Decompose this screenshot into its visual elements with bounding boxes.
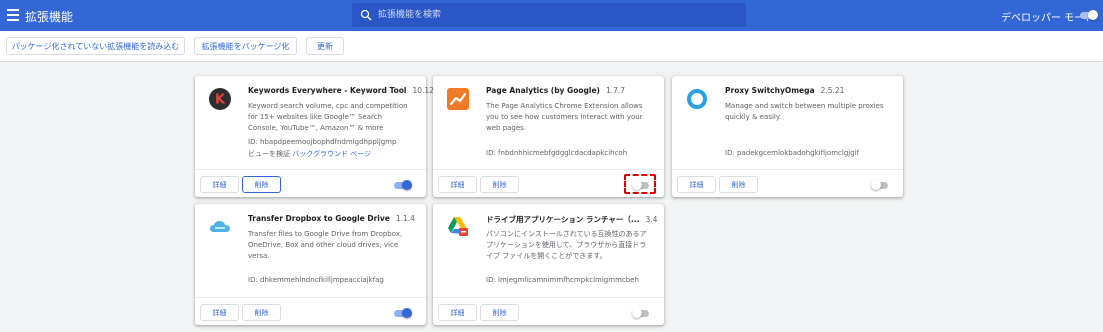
remove-button[interactable]: 削除	[719, 176, 758, 193]
extension-id: ID: hbapdpeemoojbophdfndmlgdhppljgmp	[248, 138, 397, 146]
extension-card: Transfer Dropbox to Google Drive 1.1.4 Tr…	[195, 204, 426, 325]
details-button[interactable]: 詳細	[438, 304, 477, 321]
enable-toggle[interactable]	[394, 180, 412, 190]
card-footer: 詳細 削除	[433, 297, 664, 325]
extension-card: K Keywords Everywhere - Keyword Tool 10.1…	[195, 76, 434, 197]
top-bar: 拡張機能 デベロッパー モード	[0, 0, 1103, 31]
toolbar: パッケージ化されていない拡張機能を読み込む 拡張機能をパッケージ化 更新	[0, 31, 1103, 62]
extension-name: Transfer Dropbox to Google Drive 1.1.4	[248, 214, 415, 223]
extension-name: Page Analytics (by Google) 1.7.7	[486, 86, 626, 95]
remove-button[interactable]: 削除	[242, 176, 281, 193]
search-box[interactable]	[352, 3, 746, 27]
extension-description: パソコンにインストールされている互換性のあるアプリケーションを使用して、ブラウザ…	[486, 230, 647, 260]
extension-id: ID: fnbdnhhicmebfgdgglcdacdapkcihcoh	[486, 149, 628, 157]
extension-id: ID: lmjegmlicamnimmfhcmpkclmigmmcbeh	[486, 276, 639, 284]
extension-description: The Page Analytics Chrome Extension allo…	[486, 102, 643, 132]
card-footer: 詳細 削除	[433, 169, 664, 197]
extension-id: ID: padekgcemlokbadohgkifijomclgjgif	[725, 149, 860, 157]
devmode-toggle[interactable]	[1080, 10, 1098, 20]
card-footer: 詳細 削除	[195, 297, 426, 325]
inspect-views: ビューを検証 バックグラウンド ページ	[248, 150, 372, 158]
details-button[interactable]: 詳細	[200, 304, 239, 321]
extension-card: Proxy SwitchyOmega 2.5.21 Manage and swit…	[672, 76, 903, 197]
details-button[interactable]: 詳細	[438, 176, 477, 193]
extension-id: ID: dhkemmehlndncfkilljmpeacciajkfag	[248, 276, 384, 284]
extension-name: Keywords Everywhere - Keyword Tool 10.12	[248, 86, 434, 95]
remove-button[interactable]: 削除	[480, 304, 519, 321]
extension-description: Manage and switch between multiple proxi…	[725, 102, 884, 121]
switchyomega-icon	[687, 89, 707, 109]
details-button[interactable]: 詳細	[677, 176, 716, 193]
extension-description: Transfer files to Google Drive from Drop…	[248, 230, 403, 260]
remove-button[interactable]: 削除	[242, 304, 281, 321]
enable-toggle[interactable]	[632, 308, 650, 318]
background-page-link[interactable]: バックグラウンド ページ	[292, 150, 371, 158]
card-footer: 詳細 削除	[195, 169, 426, 197]
remove-button[interactable]: 削除	[480, 176, 519, 193]
enable-toggle[interactable]	[394, 308, 412, 318]
keywords-everywhere-icon: K	[209, 88, 231, 110]
details-button[interactable]: 詳細	[200, 176, 239, 193]
svg-text:K: K	[215, 93, 226, 108]
extension-card: Page Analytics (by Google) 1.7.7 The Page…	[433, 76, 664, 197]
enable-toggle[interactable]	[871, 180, 889, 190]
extension-description: Keyword search volume, cpc and competiti…	[248, 102, 408, 132]
page-analytics-icon	[447, 88, 469, 110]
card-footer: 詳細 削除	[672, 169, 903, 197]
extension-card: ドライブ用アプリケーション ランチャー（... 3.4 パソコンにインストールされ…	[433, 204, 664, 325]
drive-launcher-icon	[448, 217, 468, 236]
hamburger-menu-icon[interactable]	[7, 9, 19, 21]
search-input[interactable]	[378, 6, 738, 24]
extension-name: ドライブ用アプリケーション ランチャー（... 3.4	[486, 215, 658, 224]
pack-extension-button[interactable]: 拡張機能をパッケージ化	[194, 37, 297, 55]
search-icon	[360, 9, 372, 21]
cloud-icon	[210, 221, 230, 232]
load-unpacked-button[interactable]: パッケージ化されていない拡張機能を読み込む	[6, 37, 185, 55]
page-title: 拡張機能	[25, 10, 74, 24]
extension-name: Proxy SwitchyOmega 2.5.21	[725, 86, 845, 95]
update-button[interactable]: 更新	[306, 37, 344, 55]
enable-toggle[interactable]	[632, 180, 650, 190]
